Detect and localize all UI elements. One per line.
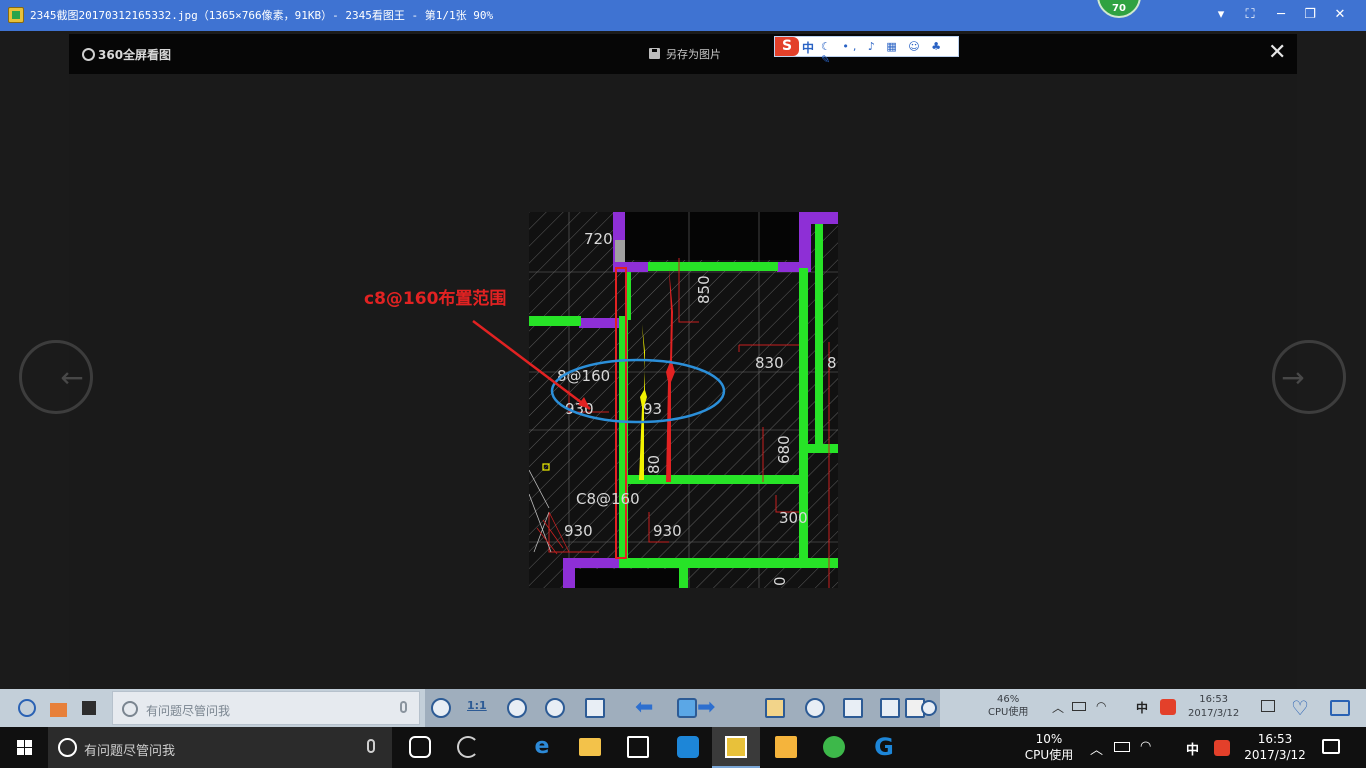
inner-date: 2017/3/12 — [1188, 708, 1240, 719]
move-icon[interactable] — [677, 698, 697, 718]
store-icon — [627, 736, 649, 758]
green-app-icon — [823, 736, 845, 758]
cpu-percent: 10% — [1035, 732, 1063, 746]
inner-ime-indicator[interactable]: 中 — [1136, 699, 1148, 716]
file-explorer-icon — [579, 738, 601, 756]
inner-notification-icon[interactable] — [1261, 700, 1275, 712]
image-viewer-app-icon — [725, 736, 747, 758]
taskbar-app-explorer[interactable] — [566, 727, 614, 768]
previous-arrow-icon[interactable]: ⬅ — [635, 697, 653, 719]
slideshow-icon[interactable] — [585, 698, 605, 718]
folder-search-icon[interactable] — [1330, 700, 1350, 716]
gift-icon[interactable] — [50, 703, 67, 717]
windows-taskbar: 有问题尽管问我 e G 10% CPU使用 ︿ ◠ 中 16:53 2017/3… — [0, 727, 1366, 768]
blue-plus-app-icon — [677, 736, 699, 758]
taskbar-app-image-viewer[interactable] — [712, 727, 760, 768]
inner-clock[interactable]: 16:53 2017/3/12 — [1188, 693, 1239, 721]
action-center-icon[interactable] — [1322, 739, 1340, 754]
notes-app-icon — [775, 736, 797, 758]
more-icon[interactable] — [921, 700, 937, 716]
inner-image-toolbar: 1:1 ⬅ ➡ — [425, 689, 940, 727]
taskbar-app-store[interactable] — [614, 727, 662, 768]
wifi-icon[interactable]: ◠ — [1140, 739, 1151, 754]
favorite-heart-icon[interactable]: ♡ — [1291, 696, 1309, 720]
red-arrow-line — [472, 320, 591, 410]
inner-search-placeholder: 有问题尽管问我 — [146, 704, 231, 718]
taskbar-app-move[interactable] — [664, 727, 712, 768]
edge-icon: e — [534, 734, 550, 759]
taskbar-search-box[interactable]: 有问题尽管问我 — [48, 727, 392, 768]
inner-sogou-icon[interactable] — [1160, 699, 1176, 715]
inner-taskbar: 有问题尽管问我 1:1 ⬅ ➡ 46% CPU使用 ︿ ◠ 中 16:53 20… — [0, 689, 1366, 727]
cpu-monitor[interactable]: 10% CPU使用 — [1022, 731, 1076, 763]
inner-mic-icon[interactable] — [400, 701, 407, 713]
window-title-bar: 2345截图20170312165332.jpg（1365×766像素，91KB… — [0, 0, 1366, 31]
taskbar-app-notes[interactable] — [762, 727, 810, 768]
cpu-label: CPU使用 — [1024, 748, 1074, 762]
rotate-right-icon[interactable] — [805, 698, 825, 718]
inner-start-icon[interactable] — [82, 701, 96, 715]
taskbar-search-placeholder: 有问题尽管问我 — [84, 744, 176, 759]
swirl-app-icon — [457, 736, 479, 758]
windows-logo-icon — [17, 740, 32, 755]
blue-highlight-ellipse — [550, 358, 726, 424]
task-view-icon — [409, 736, 431, 758]
image-viewer: 360全屏看图 另存为图片 S 中 ☾ •, ♪ ▦ ☺ ♣ ✎ ✕ ← → 7… — [19, 34, 1346, 689]
rotate-left-icon[interactable] — [765, 698, 785, 718]
edit-icon[interactable] — [880, 698, 900, 718]
inner-cortana-icon — [122, 701, 138, 717]
taskbar-app-swirl[interactable] — [444, 727, 492, 768]
cortana-icon — [58, 738, 77, 757]
annotation-text: c8@160布置范围 — [364, 288, 506, 309]
zoom-in-icon[interactable] — [507, 698, 527, 718]
inner-wifi-icon[interactable]: ◠ — [1096, 699, 1106, 713]
inner-cpu-percent: 46% — [997, 694, 1020, 705]
battery-icon[interactable] — [1114, 742, 1130, 752]
zoom-out-icon[interactable] — [545, 698, 565, 718]
taskbar-mic-icon[interactable] — [367, 739, 375, 753]
inner-cpu-monitor: 46% CPU使用 — [988, 693, 1028, 719]
ime-indicator[interactable]: 中 — [1186, 739, 1199, 758]
inner-search-box[interactable]: 有问题尽管问我 — [112, 691, 420, 725]
app-icon — [8, 7, 24, 23]
blue-g-browser-icon: G — [874, 733, 894, 761]
rotate-icon[interactable] — [431, 698, 451, 718]
close-button[interactable]: ✕ — [1331, 6, 1349, 24]
task-view-button[interactable] — [396, 727, 444, 768]
score-badge[interactable]: 70 — [1097, 0, 1141, 18]
inner-battery-icon[interactable] — [1072, 702, 1086, 711]
inner-tray-chevron-icon[interactable]: ︿ — [1052, 699, 1064, 716]
info-icon[interactable] — [18, 699, 36, 717]
tray-chevron-icon[interactable]: ︿ — [1090, 739, 1103, 758]
red-arrow-head — [578, 397, 590, 409]
inner-cpu-label: CPU使用 — [988, 707, 1029, 718]
window-title: 2345截图20170312165332.jpg（1365×766像素，91KB… — [30, 9, 494, 22]
actual-size-button[interactable]: 1:1 — [467, 699, 487, 712]
taskbar-clock[interactable]: 16:53 2017/3/12 — [1235, 731, 1315, 763]
fullscreen-icon[interactable]: ⛶ — [1241, 6, 1259, 24]
annotation-overlay: c8@160布置范围 — [364, 288, 726, 424]
next-arrow-icon[interactable]: ➡ — [697, 697, 715, 719]
taskbar-app-edge[interactable]: e — [518, 727, 566, 768]
minimize-button[interactable]: ─ — [1272, 6, 1290, 24]
dropdown-icon[interactable]: ▾ — [1212, 6, 1230, 24]
inner-time: 16:53 — [1199, 694, 1229, 705]
start-button[interactable] — [0, 727, 48, 768]
sogou-tray-icon[interactable] — [1214, 740, 1230, 756]
delete-icon[interactable] — [843, 698, 863, 718]
restore-button[interactable]: ❐ — [1301, 6, 1319, 24]
clock-time: 16:53 — [1257, 732, 1293, 746]
clock-date: 2017/3/12 — [1244, 748, 1306, 762]
taskbar-app-360[interactable] — [810, 727, 858, 768]
taskbar-app-browser[interactable]: G — [860, 727, 908, 768]
